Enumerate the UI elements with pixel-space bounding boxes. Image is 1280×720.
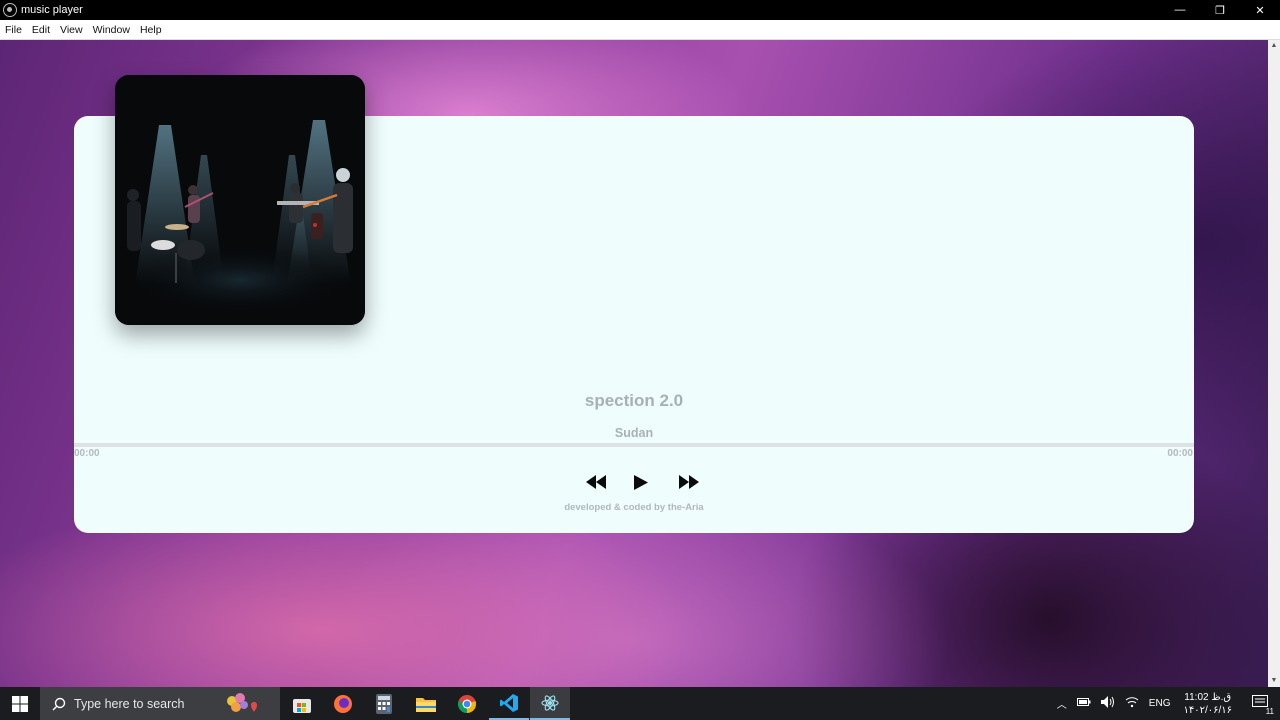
taskbar-file-explorer[interactable] <box>406 687 446 720</box>
fast-forward-icon <box>679 475 699 489</box>
search-icon <box>52 697 66 710</box>
file-explorer-icon <box>416 697 436 712</box>
menu-help[interactable]: Help <box>135 20 167 40</box>
clock-date: ۱۴۰۲/۰۶/۱۶ <box>1183 704 1232 716</box>
taskbar-vscode[interactable] <box>489 687 529 720</box>
taskbar-calculator[interactable] <box>364 687 404 720</box>
song-artist: Sudan <box>614 426 654 440</box>
vertical-scrollbar[interactable]: ▲ ▼ <box>1268 40 1280 687</box>
vscode-icon <box>500 693 518 712</box>
notification-center[interactable]: 11 <box>1240 695 1280 716</box>
taskbar-chrome[interactable] <box>447 687 487 720</box>
firefox-icon <box>334 694 352 713</box>
menu-view[interactable]: View <box>55 20 88 40</box>
chrome-icon <box>457 694 477 713</box>
chevron-up-icon[interactable]: ︿ <box>1052 696 1072 711</box>
clock-time: 11:02 ق.ظ <box>1184 691 1232 703</box>
app-icon <box>3 3 17 17</box>
calculator-icon <box>376 693 392 714</box>
menu-window[interactable]: Window <box>88 20 135 40</box>
windows-store-icon <box>293 698 311 713</box>
taskbar-firefox[interactable] <box>323 687 363 720</box>
rewind-icon <box>586 475 606 489</box>
current-time: 00:00 <box>74 448 100 459</box>
album-cover <box>115 75 365 325</box>
scroll-down-icon[interactable]: ▼ <box>1270 677 1278 685</box>
close-button[interactable]: ✕ <box>1240 0 1280 20</box>
scroll-up-icon[interactable]: ▲ <box>1270 42 1278 50</box>
album-cover-image <box>115 75 365 325</box>
notification-count: 11 <box>1265 707 1274 716</box>
taskbar-music-player[interactable] <box>530 687 570 720</box>
play-button[interactable] <box>632 471 650 493</box>
taskbar-search[interactable]: Type here to search <box>40 687 280 720</box>
wifi-icon[interactable] <box>1120 696 1144 711</box>
taskbar-store[interactable] <box>282 687 322 720</box>
windows-icon <box>12 695 28 712</box>
start-button[interactable] <box>0 687 40 720</box>
flowers-icon <box>224 691 260 717</box>
window-title: music player <box>21 4 83 16</box>
menu-file[interactable]: File <box>0 20 27 40</box>
minimize-button[interactable]: — <box>1160 0 1200 20</box>
electron-app-icon <box>541 694 559 711</box>
search-placeholder: Type here to search <box>74 696 185 711</box>
next-button[interactable] <box>678 471 700 493</box>
title-bar: music player — ❐ ✕ <box>0 0 1280 20</box>
playback-controls <box>580 471 700 493</box>
battery-icon[interactable] <box>1072 698 1096 709</box>
window-controls: — ❐ ✕ <box>1160 0 1280 20</box>
taskbar: Type here to search ︿ ENG 11:02 ق.ظ ۱۴۰۲… <box>0 687 1280 720</box>
volume-icon[interactable] <box>1096 696 1120 711</box>
progress-bar[interactable] <box>74 443 1194 447</box>
system-tray: ︿ ENG 11:02 ق.ظ ۱۴۰۲/۰۶/۱۶ 11 <box>1052 687 1280 720</box>
previous-button[interactable] <box>585 471 607 493</box>
restore-button[interactable]: ❐ <box>1200 0 1240 20</box>
language-indicator[interactable]: ENG <box>1144 698 1176 709</box>
clock[interactable]: 11:02 ق.ظ ۱۴۰۲/۰۶/۱۶ <box>1175 691 1240 717</box>
credits-text: developed & coded by the-Aria <box>564 502 704 513</box>
menu-bar: File Edit View Window Help <box>0 20 1280 40</box>
total-duration: 00:00 <box>1167 448 1193 459</box>
play-icon <box>634 474 648 490</box>
menu-edit[interactable]: Edit <box>27 20 55 40</box>
song-title: spection 2.0 <box>584 391 684 410</box>
